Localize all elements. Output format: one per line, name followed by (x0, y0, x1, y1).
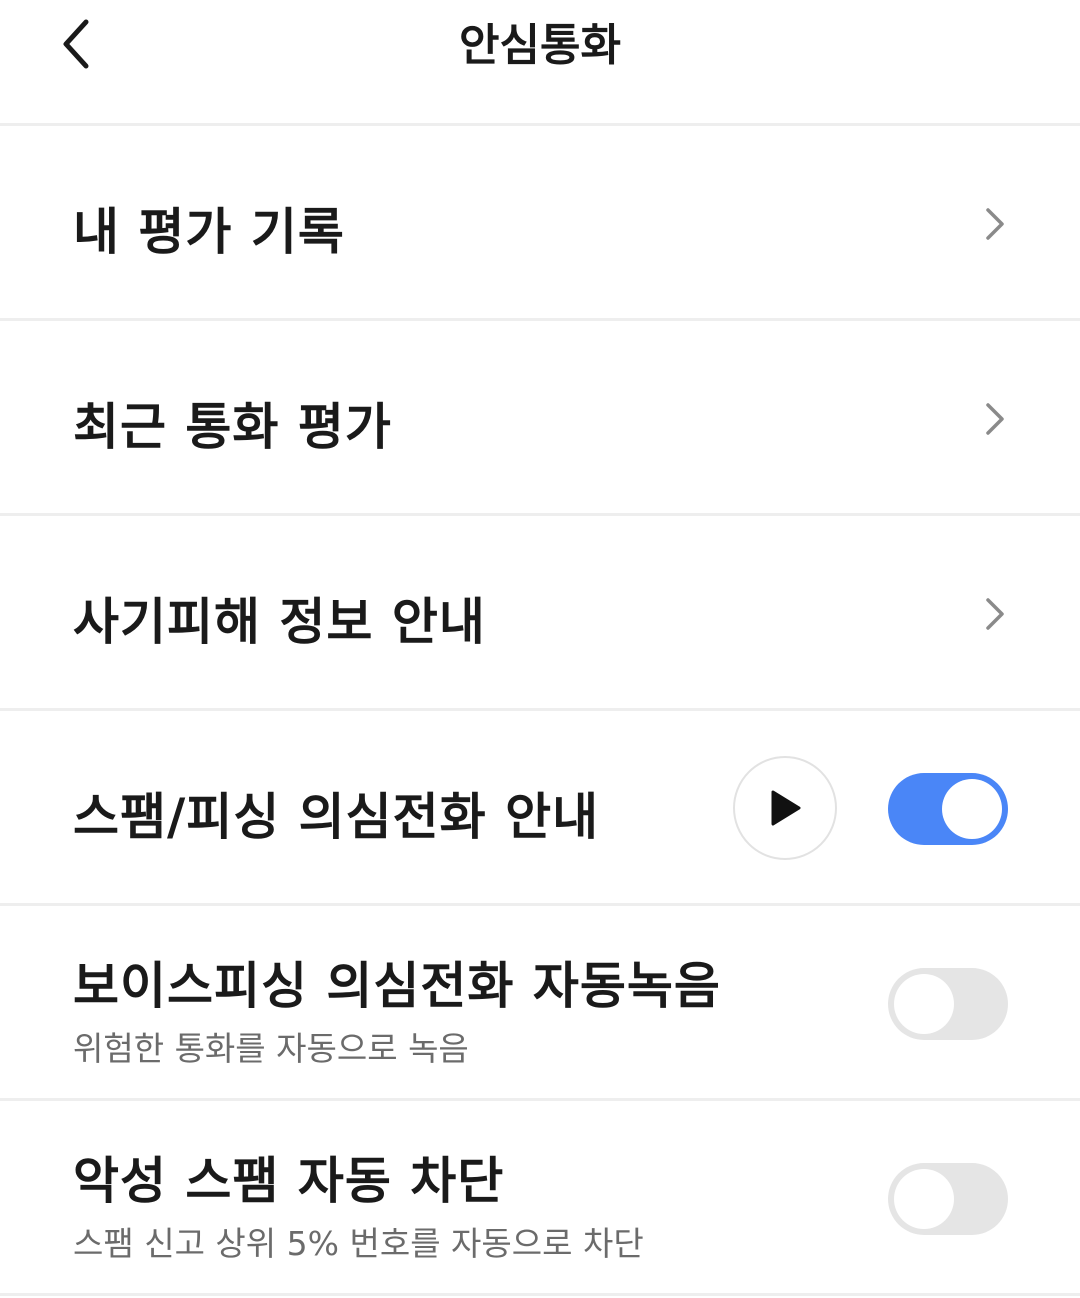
chevron-right-icon (980, 594, 1010, 634)
setting-label: 보이스피싱 의심전화 자동녹음 (73, 957, 721, 1015)
play-button[interactable] (733, 756, 837, 860)
setting-label: 스팸/피싱 의심전화 안내 (73, 788, 600, 846)
toggle-knob (894, 1169, 954, 1229)
play-icon (771, 790, 801, 826)
spam-guide-toggle[interactable] (888, 773, 1008, 845)
setting-spam-phishing-guide: 스팸/피싱 의심전화 안내 (0, 711, 1080, 906)
setting-voice-phishing-auto-record: 보이스피싱 의심전화 자동녹음 위험한 통화를 자동으로 녹음 (0, 906, 1080, 1101)
menu-item-label: 내 평가 기록 (73, 203, 345, 261)
toggle-knob (894, 974, 954, 1034)
auto-record-toggle[interactable] (888, 968, 1008, 1040)
menu-item-fraud-info[interactable]: 사기피해 정보 안내 (0, 516, 1080, 711)
menu-item-my-ratings[interactable]: 내 평가 기록 (0, 126, 1080, 321)
menu-item-label: 사기피해 정보 안내 (73, 593, 486, 651)
page-title: 안심통화 (459, 20, 621, 71)
toggle-knob (942, 779, 1002, 839)
setting-description: 위험한 통화를 자동으로 녹음 (73, 1029, 469, 1068)
menu-item-label: 최근 통화 평가 (73, 398, 392, 456)
app-header: 안심통화 (0, 0, 1080, 126)
menu-item-recent-call-ratings[interactable]: 최근 통화 평가 (0, 321, 1080, 516)
auto-block-toggle[interactable] (888, 1163, 1008, 1235)
chevron-right-icon (980, 399, 1010, 439)
setting-label: 악성 스팸 자동 차단 (73, 1152, 505, 1210)
setting-description: 스팸 신고 상위 5% 번호를 자동으로 차단 (73, 1224, 644, 1263)
setting-malicious-spam-auto-block: 악성 스팸 자동 차단 스팸 신고 상위 5% 번호를 자동으로 차단 (0, 1101, 1080, 1296)
chevron-right-icon (980, 204, 1010, 244)
